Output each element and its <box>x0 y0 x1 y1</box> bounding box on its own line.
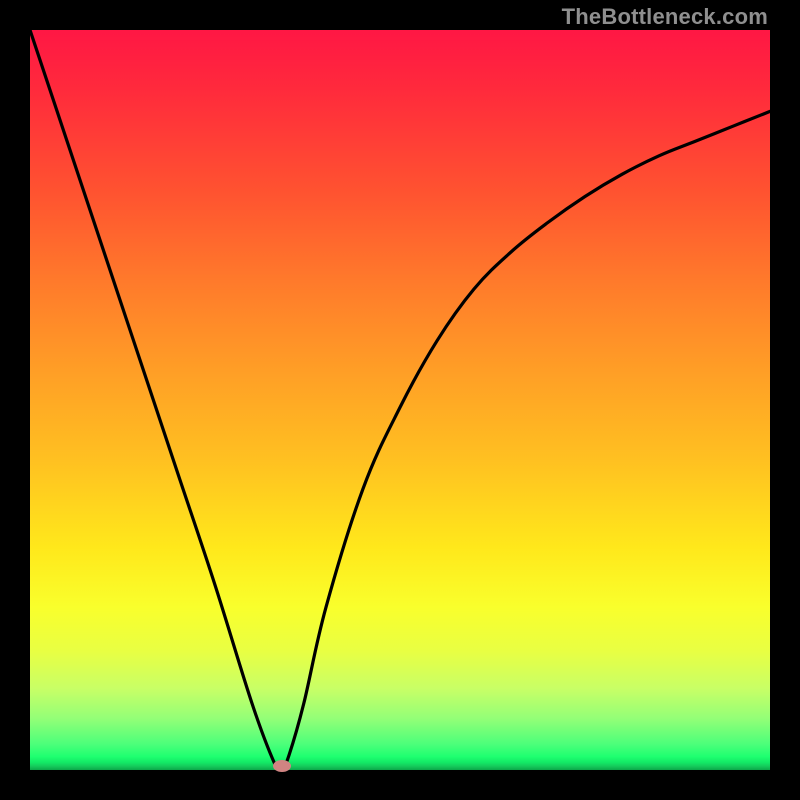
chart-frame: TheBottleneck.com <box>0 0 800 800</box>
min-point-marker <box>273 760 291 772</box>
bottleneck-curve <box>30 30 770 770</box>
watermark-text: TheBottleneck.com <box>562 4 768 30</box>
